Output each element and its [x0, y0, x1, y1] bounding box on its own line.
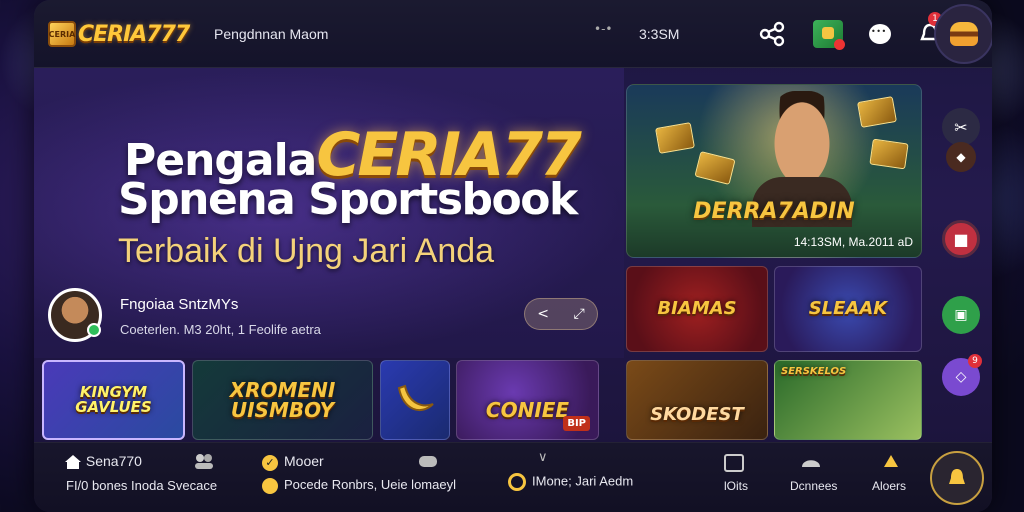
top-bar: CERIA CERIA777 Pengdnnan Maom •-• 3:3SM	[34, 0, 992, 68]
nav-games-label[interactable]: Dcnnees	[790, 479, 837, 493]
tools-button[interactable]: ✂	[942, 108, 980, 146]
home-icon	[65, 455, 81, 470]
logo-badge-icon: CERIA	[48, 21, 76, 47]
nav-search-label: IMone; Jari Aedm	[532, 473, 634, 489]
present-icon: ◆	[956, 150, 966, 164]
game-tile[interactable]: SKODEST	[626, 360, 768, 440]
featured-title: DERRA7ADIN	[693, 199, 855, 224]
nav-home-label: Sena770	[85, 453, 142, 469]
nav-alerts-label[interactable]: Aloers	[872, 479, 906, 493]
player-face	[767, 91, 837, 187]
bell-primary-icon	[949, 469, 965, 484]
tag-icon: ◇	[955, 369, 967, 385]
side-badge: 9	[968, 354, 982, 368]
gamepad-button[interactable]	[418, 453, 438, 474]
hero-user-avatar[interactable]	[48, 288, 102, 342]
game-tile-label: SKODEST	[650, 404, 744, 425]
nav-search[interactable]: IMone; Jari Aedm	[508, 473, 633, 491]
game-tile[interactable]: XROMENI UISMBOY	[192, 360, 373, 440]
bottom-nav: Sena770 FI/0 bones Inoda Svecace ✓ Mooer …	[34, 442, 992, 512]
profile-avatar[interactable]	[934, 4, 992, 64]
card-decoration	[869, 138, 909, 170]
nav-games-icon-wrap[interactable]	[800, 453, 822, 478]
header-title: Pengdnnan Maom	[214, 26, 329, 42]
card-decoration	[694, 151, 736, 185]
game-tile-badge: BIP	[563, 416, 590, 431]
featured-promo-card[interactable]: DERRA7ADIN 14:13SM, Ma.2011 aD	[626, 84, 922, 258]
nav-lots-label[interactable]: lOits	[724, 479, 748, 493]
phone-icon	[508, 473, 526, 491]
header-time: 3:3SM	[639, 26, 680, 42]
logo-text: CERIA777	[78, 21, 190, 47]
app-window: CERIA CERIA777 Pengdnnan Maom •-• 3:3SM	[34, 0, 992, 512]
wallet-side-button[interactable]: ▣	[942, 296, 980, 334]
game-tile[interactable]: KINGYM GAVLUES	[42, 360, 185, 440]
gamepad-icon	[419, 456, 437, 467]
game-tile[interactable]: SERSKELOS	[774, 360, 922, 440]
nav-alerts-icon-wrap[interactable]	[880, 453, 902, 478]
friends-icon-button[interactable]	[194, 453, 214, 474]
card-decoration	[857, 96, 897, 128]
header-dots: •-•	[594, 22, 613, 36]
hero-nav-pill[interactable]: < ⤢	[524, 298, 598, 330]
hero-headline-2: Spnena Sportsbook	[118, 174, 578, 225]
expand-icon[interactable]: ⤢	[574, 306, 585, 322]
primary-action-button[interactable]	[930, 451, 984, 505]
bell-nav-icon	[884, 455, 898, 467]
nav-home[interactable]: Sena770	[64, 453, 142, 470]
game-tile[interactable]	[380, 360, 450, 440]
game-tile-label: BIAMAS	[657, 298, 737, 319]
game-tile-label: XROMENI UISMBOY	[229, 378, 336, 422]
brand-logo[interactable]: CERIA CERIA777	[48, 18, 190, 50]
tools-icon: ✂	[954, 117, 968, 137]
chevron-down-icon[interactable]: ∨	[538, 449, 548, 465]
check-icon: ✓	[262, 455, 278, 471]
gift-box-icon: ■	[953, 229, 969, 249]
clock-icon	[262, 477, 278, 494]
banana-icon	[397, 384, 434, 412]
burger-avatar-icon	[950, 22, 978, 46]
chat-button[interactable]	[864, 18, 896, 50]
hero-tagline: Terbaik di Ujng Jari Anda	[118, 232, 495, 270]
online-badge-icon	[87, 323, 101, 337]
hero-user-name: Fngoiaa SntzMYs	[120, 296, 239, 313]
game-tile-label: KINGYM GAVLUES	[75, 383, 152, 416]
nav-mooer-sub: Pocede Ronbrs, Ueie lomaeyl	[262, 477, 456, 494]
gift-side-button[interactable]: ◆	[946, 142, 976, 172]
prev-arrow-icon[interactable]: <	[537, 306, 549, 322]
friends-icon	[195, 454, 213, 469]
nav-lots-icon-wrap[interactable]	[722, 453, 746, 478]
share-icon	[759, 21, 785, 47]
share-button[interactable]	[756, 18, 788, 50]
game-tile-label: SLEAAK	[808, 298, 888, 319]
slots-icon	[724, 454, 744, 472]
chat-icon	[869, 24, 891, 44]
game-tile[interactable]: CONIEE BIP	[456, 360, 599, 440]
nav-mooer[interactable]: ✓ Mooer	[262, 453, 324, 471]
featured-subtitle: 14:13SM, Ma.2011 aD	[793, 235, 913, 249]
gift-button[interactable]	[812, 18, 845, 50]
tag-side-button[interactable]: ◇ 9	[942, 354, 982, 396]
wallet-icon: ▣	[954, 307, 968, 323]
nav-mooer-label: Mooer	[284, 453, 324, 469]
helmet-icon	[802, 460, 820, 467]
hero-banner[interactable]: Pengala CERIA77 Spnena Sportsbook Terbaik…	[34, 68, 624, 358]
nav-mooer-sub-label: Pocede Ronbrs, Ueie lomaeyl	[284, 477, 456, 492]
nav-home-sub: FI/0 bones Inoda Svecace	[66, 478, 218, 493]
gift-icon	[813, 20, 845, 50]
card-decoration	[655, 122, 695, 154]
gift-alert-dot	[834, 39, 845, 50]
game-tile[interactable]: SLEAAK	[774, 266, 922, 352]
background: CERIA CERIA777 Pengdnnan Maom •-• 3:3SM	[0, 0, 1024, 512]
game-tile[interactable]: BIAMAS	[626, 266, 768, 352]
game-tile-label: CONIEE	[485, 398, 570, 422]
game-tile-label: SERSKELOS	[781, 366, 847, 377]
hero-user-subtitle: Coeterlen. M3 20ht, 1 Feolife aetra	[120, 322, 321, 337]
promo-side-button[interactable]: ■	[942, 220, 980, 258]
